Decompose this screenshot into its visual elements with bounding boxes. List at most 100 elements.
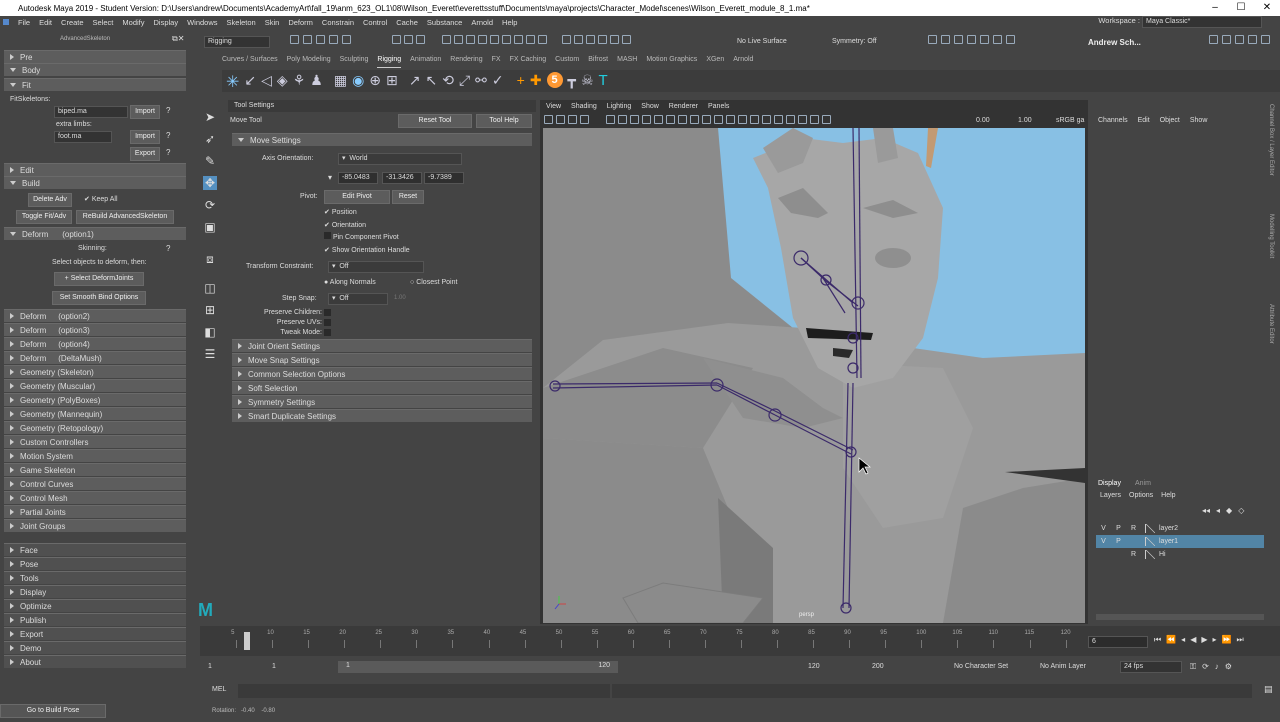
rebuild-button[interactable]: ReBuild AdvancedSkeleton <box>76 210 174 224</box>
orient-joint-icon[interactable]: ⚘ <box>293 72 306 92</box>
snap-surface-icon[interactable] <box>610 35 619 44</box>
play-icon[interactable]: ▶ <box>1201 635 1207 645</box>
ik-spline-icon[interactable]: ◁ <box>261 72 272 92</box>
dof-icon[interactable] <box>774 115 783 124</box>
menu-skin[interactable]: Skin <box>265 18 280 27</box>
paint-select-icon[interactable]: ✎ <box>205 154 215 168</box>
exposure-value[interactable]: 0.00 <box>976 117 990 124</box>
adv-item[interactable]: Joint Groups <box>4 519 186 532</box>
pause-icon[interactable] <box>1006 35 1015 44</box>
adv-section-face[interactable]: Face <box>4 543 186 556</box>
step-snap-value[interactable]: 1.00 <box>394 295 406 301</box>
menu-create[interactable]: Create <box>61 18 84 27</box>
bookmark-icon[interactable] <box>568 115 577 124</box>
viewport-menu-view[interactable]: View <box>546 103 561 110</box>
save-scene-icon[interactable] <box>316 35 325 44</box>
adv-plus-icon[interactable]: + <box>517 72 525 92</box>
loop-icon[interactable]: ⟳ <box>1202 662 1209 672</box>
prefs-icon[interactable]: ⚙ <box>1225 662 1232 672</box>
xray-joints-icon[interactable] <box>810 115 819 124</box>
layer-menu-options[interactable]: Options <box>1129 492 1153 499</box>
arnold-render-icon[interactable] <box>980 35 989 44</box>
preserve-children-checkbox[interactable] <box>324 309 331 316</box>
adv-section-demo[interactable]: Demo <box>4 641 186 654</box>
menu-select[interactable]: Select <box>93 18 114 27</box>
shelf-tab-8[interactable]: Custom <box>555 56 579 68</box>
rotate-tool-icon[interactable]: ⟳ <box>205 198 215 212</box>
lock-icon[interactable] <box>538 35 547 44</box>
shelf-tab-12[interactable]: XGen <box>706 56 724 68</box>
move-tool-icon[interactable]: ✥ <box>202 176 218 190</box>
isolate-icon[interactable] <box>786 115 795 124</box>
adv-item[interactable]: Deform (option2) <box>4 309 186 322</box>
layer-row[interactable]: V P Rlayer2 <box>1096 522 1264 535</box>
step-fwd-icon[interactable]: ▸ <box>1213 635 1217 645</box>
menu-help[interactable]: Help <box>502 18 517 27</box>
export-button[interactable]: Export <box>130 147 160 161</box>
axis-select[interactable]: ▾ World <box>338 153 462 165</box>
snap-live-icon[interactable] <box>622 35 631 44</box>
section-deform-1[interactable]: Deform (option1) <box>4 227 186 240</box>
adv-item[interactable]: Deform (option4) <box>4 337 186 350</box>
layer-scrollbar[interactable] <box>1096 614 1264 620</box>
anim-end[interactable]: 200 <box>872 663 884 670</box>
viewport-menu-lighting[interactable]: Lighting <box>607 103 632 110</box>
viewport-scene[interactable]: persp <box>543 128 1085 623</box>
layer-flag-p[interactable]: P <box>1111 525 1126 532</box>
adv-item[interactable]: Partial Joints <box>4 505 186 518</box>
axis-x-field[interactable]: -85.0483 <box>338 172 378 184</box>
constraint-aim-icon[interactable]: ↖ <box>425 72 437 92</box>
import-button[interactable]: Import <box>130 105 160 119</box>
minimize-button[interactable]: – <box>1202 0 1228 16</box>
orientation-checkbox[interactable]: ✔ Orientation <box>324 220 410 233</box>
lattice-icon[interactable]: ⊞ <box>386 72 398 92</box>
position-checkbox[interactable]: ✔ Position <box>324 207 410 220</box>
layer-menu-help[interactable]: Help <box>1161 492 1175 499</box>
viewport-menu-shading[interactable]: Shading <box>571 103 597 110</box>
adv-section-tools[interactable]: Tools <box>4 571 186 584</box>
menu-skeleton[interactable]: Skeleton <box>227 18 256 27</box>
render-settings-icon[interactable] <box>954 35 963 44</box>
shelf-tab-5[interactable]: Rendering <box>450 56 482 68</box>
maximize-button[interactable]: ☐ <box>1228 0 1254 16</box>
menu-cache[interactable]: Cache <box>396 18 418 27</box>
render-frame-icon[interactable] <box>928 35 937 44</box>
adv-item[interactable]: Geometry (Muscular) <box>4 379 186 392</box>
last-tool-icon[interactable]: ⧈ <box>206 252 214 267</box>
menu-file[interactable]: File <box>18 18 30 27</box>
select-hierarchy-icon[interactable] <box>392 35 401 44</box>
symmetry-status[interactable]: Symmetry: Off <box>832 38 877 45</box>
new-scene-icon[interactable] <box>290 35 299 44</box>
go-start-icon[interactable]: ⏮ <box>1154 635 1161 645</box>
show-handle-checkbox[interactable]: ✔ Show Orientation Handle <box>324 245 410 258</box>
adv-t-icon[interactable]: ┳ <box>568 72 576 92</box>
shelf-tab-1[interactable]: Poly Modeling <box>287 56 331 68</box>
shelf-tab-0[interactable]: Curves / Surfaces <box>222 56 278 68</box>
layer-color-icon[interactable] <box>1145 537 1155 546</box>
outliner-icon[interactable]: ☰ <box>205 347 216 361</box>
tool-section[interactable]: Smart Duplicate Settings <box>232 409 532 422</box>
camera-select-icon[interactable] <box>544 115 553 124</box>
adv-section-about[interactable]: About <box>4 655 186 668</box>
color-space[interactable]: sRGB ga <box>1056 117 1084 124</box>
foot-select[interactable]: foot.ma <box>54 131 112 143</box>
tool-section[interactable]: Common Selection Options <box>232 367 532 380</box>
four-view-icon[interactable]: ⊞ <box>205 303 215 317</box>
mask-curve-icon[interactable] <box>466 35 475 44</box>
scale-tool-icon[interactable]: ▣ <box>204 220 215 234</box>
menu-arnold[interactable]: Arnold <box>471 18 493 27</box>
select-component-icon[interactable] <box>416 35 425 44</box>
menuset-select[interactable]: Rigging <box>204 36 270 48</box>
reset-pivot-button[interactable]: Reset <box>392 190 424 204</box>
shadows-icon[interactable] <box>738 115 747 124</box>
delete-adv-button[interactable]: Delete Adv <box>28 193 72 207</box>
layout-a-icon[interactable] <box>1209 35 1218 44</box>
viewport-menu-renderer[interactable]: Renderer <box>669 103 698 110</box>
mirror-joint-icon[interactable]: ◈ <box>277 72 288 92</box>
help-icon[interactable]: ? <box>166 106 170 115</box>
range-end[interactable]: 120 <box>808 663 820 670</box>
adv-section-optimize[interactable]: Optimize <box>4 599 186 612</box>
adv-section-publish[interactable]: Publish <box>4 613 186 626</box>
adv-item[interactable]: Custom Controllers <box>4 435 186 448</box>
side-tab[interactable]: Attribute Editor <box>1268 304 1274 344</box>
